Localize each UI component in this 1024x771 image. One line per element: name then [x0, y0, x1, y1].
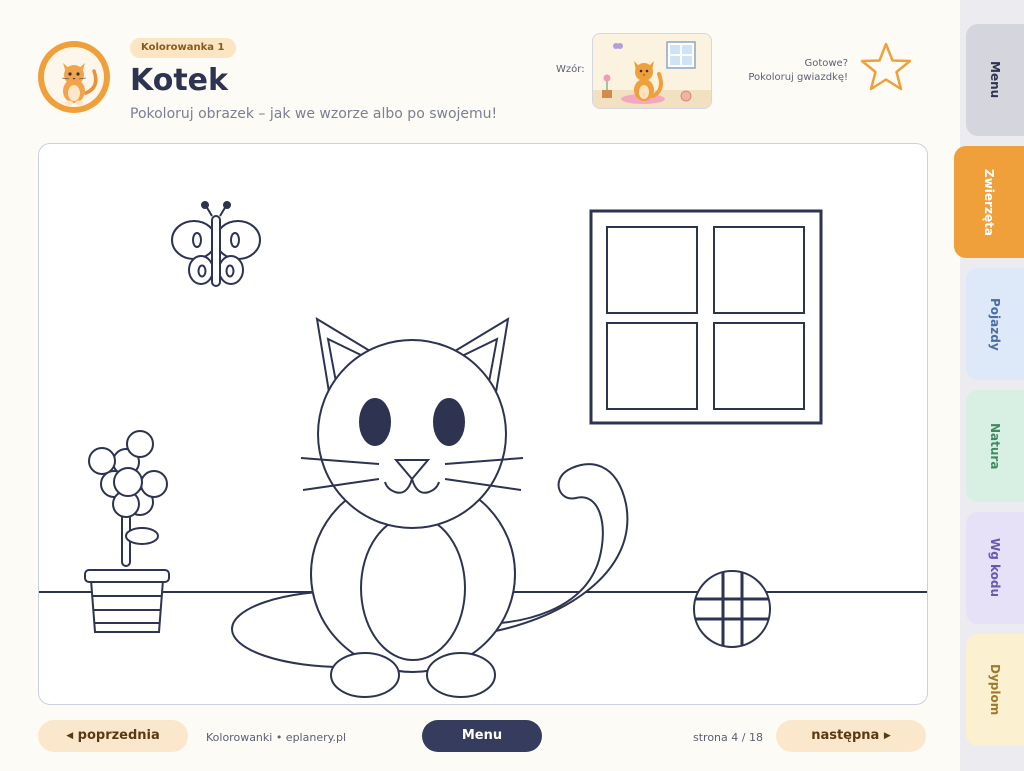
menu-button[interactable]: Menu — [422, 720, 542, 752]
star-icon[interactable] — [858, 40, 914, 96]
previous-label: poprzednia — [77, 728, 160, 743]
page-title: Kotek — [130, 63, 228, 98]
sidebar-tab-menu[interactable]: Menu — [966, 24, 1024, 136]
page-counter: strona 4 / 18 — [693, 731, 763, 744]
cat-coloring-drawing[interactable] — [39, 144, 927, 704]
cat-avatar — [38, 41, 110, 113]
sidebar-tab-zwierzeta[interactable]: Zwierzęta — [954, 146, 1024, 258]
flower-shape[interactable] — [88, 430, 168, 567]
sidebar-tab-label: Natura — [988, 422, 1002, 470]
cat-shape[interactable] — [231, 317, 629, 698]
yarn-ball-shape[interactable] — [693, 570, 771, 648]
next-label: następna — [811, 728, 880, 743]
sidebar-tab-label: Wg kodu — [988, 538, 1002, 598]
arrow-left-icon: ◀ — [66, 731, 74, 741]
pattern-label: Wzór: — [556, 64, 585, 75]
ready-line-2: Pokoloruj gwiazdkę! — [748, 72, 848, 83]
arrow-right-icon: ▶ — [883, 731, 891, 741]
coloring-page-badge: Kolorowanka 1 — [130, 38, 236, 58]
page-subtitle: Pokoloruj obrazek – jak we wzorze albo p… — [130, 106, 498, 122]
ready-line-1: Gotowe? — [804, 58, 848, 69]
sidebar-tab-label: Dyplom — [988, 664, 1002, 716]
sidebar-tab-label: Zwierzęta — [982, 168, 996, 236]
sidebar-tab-dyplom[interactable]: Dyplom — [966, 634, 1024, 746]
sidebar-tab-label: Menu — [988, 61, 1002, 99]
next-button[interactable]: następna ▶ — [776, 720, 926, 752]
pattern-cat-image — [593, 41, 711, 108]
sidebar-tab-wg-kodu[interactable]: Wg kodu — [966, 512, 1024, 624]
flower-pot-shape[interactable] — [84, 569, 170, 633]
pattern-preview[interactable] — [592, 33, 712, 109]
footer-source: Kolorowanki • eplanery.pl — [206, 731, 347, 744]
previous-button[interactable]: ◀ poprzednia — [38, 720, 188, 752]
sidebar-tab-pojazdy[interactable]: Pojazdy — [966, 268, 1024, 380]
butterfly-shape[interactable] — [171, 201, 261, 287]
category-sidebar: Menu Zwierzęta Pojazdy Natura Wg kodu Dy… — [954, 0, 1024, 771]
window-shape[interactable] — [589, 209, 823, 425]
ready-prompt: Gotowe? Pokoloruj gwiazdkę! — [718, 57, 848, 85]
sidebar-tab-label: Pojazdy — [988, 297, 1002, 351]
coloring-canvas[interactable] — [38, 143, 928, 705]
cat-icon — [61, 63, 98, 106]
main-area: Kolorowanka 1 Kotek Pokoloruj obrazek – … — [0, 0, 960, 771]
sidebar-tab-natura[interactable]: Natura — [966, 390, 1024, 502]
